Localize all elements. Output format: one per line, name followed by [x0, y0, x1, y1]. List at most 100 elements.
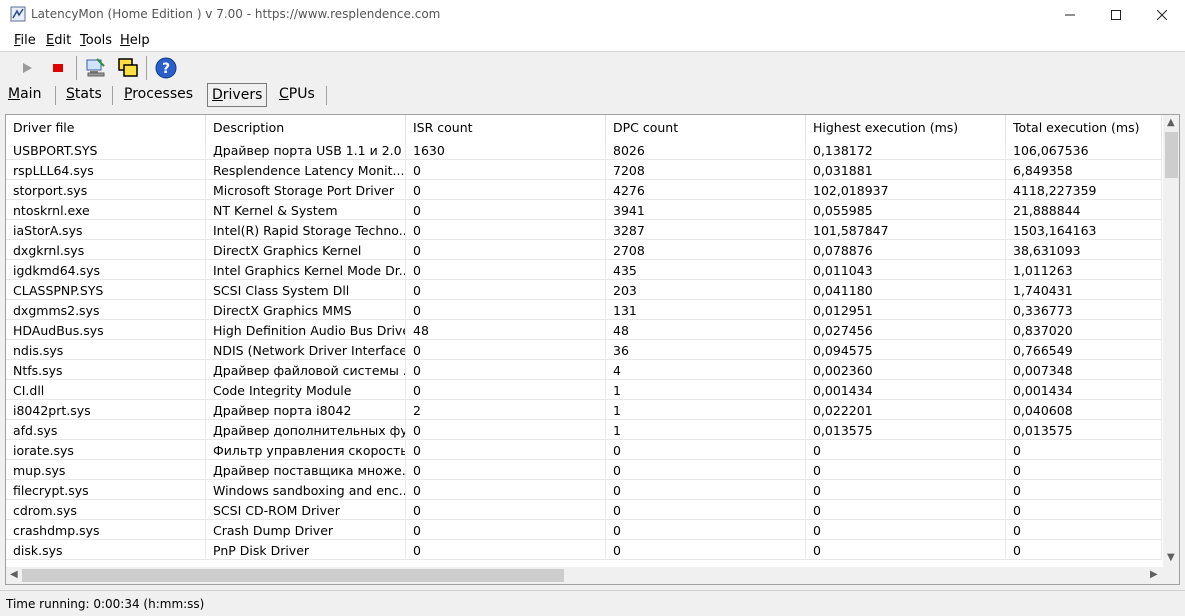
- cell-highest-execution: 0: [806, 440, 1006, 460]
- cell-description: Resplendence Latency Monit...: [206, 160, 406, 180]
- table-row[interactable]: USBPORT.SYS Драйвер порта USB 1.1 и 2.0 16…: [6, 140, 1162, 160]
- cell-driver-file: storport.sys: [6, 180, 206, 200]
- table-row[interactable]: crashdmp.sys Crash Dump Driver 0 0 0 0: [6, 520, 1162, 540]
- horizontal-scroll-thumb[interactable]: [22, 569, 564, 582]
- cell-driver-file: i8042prt.sys: [6, 400, 206, 420]
- scroll-up-icon[interactable]: ▲: [1167, 117, 1175, 128]
- cell-isr-count: 0: [406, 200, 606, 220]
- table-row[interactable]: storport.sys Microsoft Storage Port Drive…: [6, 180, 1162, 200]
- tab-bar: Main Stats Processes Drivers CPUs: [0, 83, 1185, 108]
- windows-button[interactable]: [115, 55, 141, 81]
- drivers-table: Driver file Description ISR count DPC co…: [5, 114, 1180, 585]
- minimize-button[interactable]: [1047, 0, 1093, 30]
- stop-button[interactable]: [45, 55, 71, 81]
- cell-description: NDIS (Network Driver Interface...: [206, 340, 406, 360]
- menu-tools-label: ools: [85, 33, 113, 48]
- table-row[interactable]: igdkmd64.sys Intel Graphics Kernel Mode D…: [6, 260, 1162, 280]
- vertical-scrollbar[interactable]: ▲ ▼: [1163, 115, 1179, 567]
- cell-dpc-count: 0: [606, 440, 806, 460]
- maximize-button[interactable]: [1093, 0, 1139, 30]
- cell-dpc-count: 3287: [606, 220, 806, 240]
- cell-dpc-count: 7208: [606, 160, 806, 180]
- tab-stats-mnemonic: S: [66, 86, 75, 102]
- cell-total-execution: 0: [1006, 500, 1162, 520]
- latencymon-app-icon: [10, 6, 26, 22]
- help-button[interactable]: ?: [153, 55, 179, 81]
- tab-processes-label: rocesses: [132, 86, 194, 102]
- table-row[interactable]: CI.dll Code Integrity Module 0 1 0,001434 0,0…: [6, 380, 1162, 400]
- help-icon: ?: [155, 57, 177, 79]
- table-row[interactable]: HDAudBus.sys High Definition Audio Bus Dr…: [6, 320, 1162, 340]
- table-row[interactable]: cdrom.sys SCSI CD-ROM Driver 0 0 0 0: [6, 500, 1162, 520]
- svg-text:?: ?: [162, 61, 170, 77]
- cell-dpc-count: 3941: [606, 200, 806, 220]
- vertical-scroll-thumb[interactable]: [1165, 132, 1178, 178]
- column-header-highest-execution[interactable]: Highest execution (ms): [806, 115, 1006, 140]
- cell-total-execution: 0,001434: [1006, 380, 1162, 400]
- column-header-isr-count[interactable]: ISR count: [406, 115, 606, 140]
- horizontal-scrollbar[interactable]: ◀ ▶: [6, 567, 1163, 584]
- column-header-total-execution[interactable]: Total execution (ms): [1006, 115, 1162, 140]
- cell-total-execution: 21,888844: [1006, 200, 1162, 220]
- cell-description: Microsoft Storage Port Driver: [206, 180, 406, 200]
- tab-main[interactable]: Main: [4, 83, 45, 107]
- table-row[interactable]: i8042prt.sys Драйвер порта i8042 2 1 0,02220…: [6, 400, 1162, 420]
- scrollbar-corner: [1163, 567, 1179, 584]
- menu-tools[interactable]: Tools: [80, 33, 112, 48]
- table-row[interactable]: Ntfs.sys Драйвер файловой системы ... 0 4 0,…: [6, 360, 1162, 380]
- table-row[interactable]: afd.sys Драйвер дополнительных фу... 0 1 0,0…: [6, 420, 1162, 440]
- cell-total-execution: 0: [1006, 540, 1162, 560]
- table-row[interactable]: dxgmms2.sys DirectX Graphics MMS 0 131 0,012…: [6, 300, 1162, 320]
- cell-description: Crash Dump Driver: [206, 520, 406, 540]
- column-header-driver-file[interactable]: Driver file: [6, 115, 206, 140]
- scroll-left-icon[interactable]: ◀: [10, 569, 18, 580]
- cell-dpc-count: 0: [606, 460, 806, 480]
- cell-dpc-count: 1: [606, 420, 806, 440]
- tab-cpus[interactable]: CPUs: [275, 83, 319, 107]
- table-row[interactable]: filecrypt.sys Windows sandboxing and enc.…: [6, 480, 1162, 500]
- cell-dpc-count: 36: [606, 340, 806, 360]
- column-header-description[interactable]: Description: [206, 115, 406, 140]
- tab-cpus-mnemonic: C: [279, 86, 289, 102]
- start-button[interactable]: [14, 55, 40, 81]
- table-row[interactable]: disk.sys PnP Disk Driver 0 0 0 0: [6, 540, 1162, 560]
- tab-stats[interactable]: Stats: [62, 83, 106, 107]
- table-row[interactable]: dxgkrnl.sys DirectX Graphics Kernel 0 2708 0…: [6, 240, 1162, 260]
- cell-driver-file: HDAudBus.sys: [6, 320, 206, 340]
- cell-dpc-count: 0: [606, 500, 806, 520]
- cell-total-execution: 0,013575: [1006, 420, 1162, 440]
- maximize-icon: [1111, 10, 1121, 20]
- table-row[interactable]: iorate.sys Фильтр управления скорость... 0…: [6, 440, 1162, 460]
- table-row[interactable]: mup.sys Драйвер поставщика множе... 0 0 0 0: [6, 460, 1162, 480]
- monitor-button[interactable]: [83, 55, 109, 81]
- cell-isr-count: 0: [406, 460, 606, 480]
- scroll-right-icon[interactable]: ▶: [1150, 569, 1158, 580]
- cell-description: Intel Graphics Kernel Mode Dr...: [206, 260, 406, 280]
- table-row[interactable]: rspLLL64.sys Resplendence Latency Monit..…: [6, 160, 1162, 180]
- close-button[interactable]: [1139, 0, 1185, 30]
- tab-cpus-label: PUs: [288, 86, 315, 102]
- menu-help[interactable]: Help: [120, 33, 150, 48]
- cell-isr-count: 0: [406, 180, 606, 200]
- table-row[interactable]: ndis.sys NDIS (Network Driver Interface..…: [6, 340, 1162, 360]
- title-bar: LatencyMon (Home Edition ) v 7.00 - http…: [0, 0, 1185, 30]
- cell-driver-file: iorate.sys: [6, 440, 206, 460]
- table-row[interactable]: CLASSPNP.SYS SCSI Class System Dll 0 203 0,0…: [6, 280, 1162, 300]
- cell-highest-execution: 0,055985: [806, 200, 1006, 220]
- menu-edit[interactable]: Edit: [46, 33, 71, 48]
- tab-drivers[interactable]: Drivers: [207, 83, 268, 107]
- toolbar-separator: [76, 56, 77, 80]
- table-row[interactable]: iaStorA.sys Intel(R) Rapid Storage Techno…: [6, 220, 1162, 240]
- cell-description: Драйвер порта i8042: [206, 400, 406, 420]
- cell-description: NT Kernel & System: [206, 200, 406, 220]
- tab-main-mnemonic: M: [8, 86, 21, 102]
- column-header-dpc-count[interactable]: DPC count: [606, 115, 806, 140]
- cell-dpc-count: 0: [606, 480, 806, 500]
- tab-main-label: ain: [20, 86, 42, 102]
- table-row[interactable]: ntoskrnl.exe NT Kernel & System 0 3941 0,055…: [6, 200, 1162, 220]
- menu-file[interactable]: File: [14, 33, 36, 48]
- cell-dpc-count: 48: [606, 320, 806, 340]
- scroll-down-icon[interactable]: ▼: [1167, 552, 1175, 563]
- cell-highest-execution: 0,027456: [806, 320, 1006, 340]
- tab-processes[interactable]: Processes: [120, 83, 197, 107]
